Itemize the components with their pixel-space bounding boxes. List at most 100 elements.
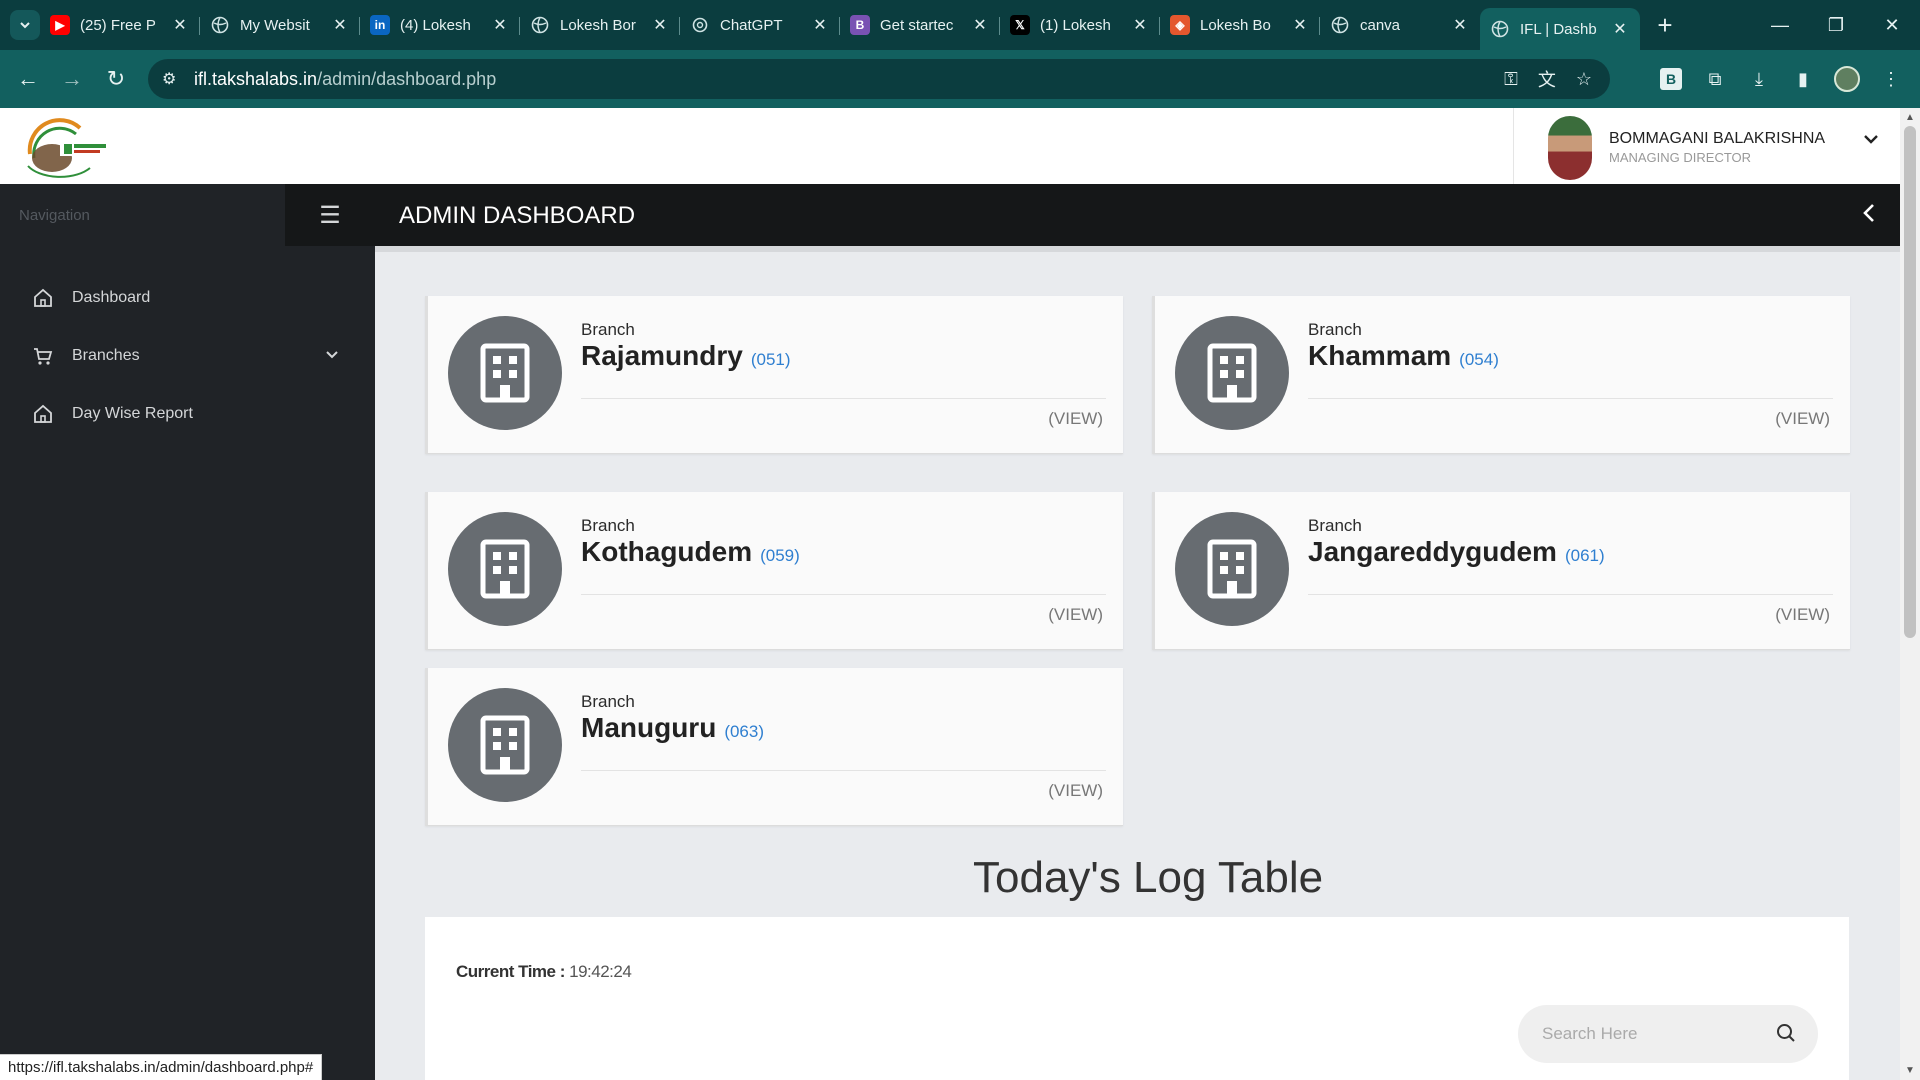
chevron-down-icon: [20, 22, 30, 29]
branch-label: Branch: [581, 320, 635, 339]
profile-avatar[interactable]: [1832, 64, 1862, 94]
view-link[interactable]: (VIEW): [1048, 409, 1103, 429]
browser-tab[interactable]: in (4) Lokesh ✕: [360, 6, 520, 44]
browser-tab[interactable]: ChatGPT ✕: [680, 6, 840, 44]
tab-title: IFL | Dashb: [1520, 20, 1597, 38]
tab-title: (25) Free P: [80, 16, 156, 34]
back-arrow-icon[interactable]: ←: [6, 57, 50, 101]
key-icon[interactable]: ⚿: [1504, 69, 1518, 90]
sidebar-heading: Navigation: [19, 207, 90, 224]
tab-search-button[interactable]: [10, 10, 40, 40]
branch-card[interactable]: Branch Khammam (054) (VIEW): [1152, 296, 1850, 454]
tab-title: Get startec: [880, 16, 954, 34]
close-icon[interactable]: ✕: [330, 15, 350, 35]
globe-icon: [1330, 15, 1350, 35]
menu-toggle-icon[interactable]: ☰: [285, 184, 375, 246]
chevron-down-icon: [325, 347, 339, 365]
extension-b-icon[interactable]: B: [1656, 64, 1686, 94]
scrollbar[interactable]: ▲ ▼: [1900, 108, 1920, 1080]
forward-arrow-icon[interactable]: →: [50, 57, 94, 101]
browser-tab[interactable]: B Get startec ✕: [840, 6, 1000, 44]
view-link[interactable]: (VIEW): [1775, 605, 1830, 625]
address-bar[interactable]: ⚙ ifl.takshalabs.in/admin/dashboard.php …: [148, 59, 1610, 99]
building-icon: [448, 512, 562, 626]
branch-name: Rajamundry (051): [581, 340, 791, 371]
scroll-up-icon[interactable]: ▲: [1905, 112, 1915, 123]
home-icon: [32, 403, 62, 425]
chevron-left-icon[interactable]: [1862, 200, 1876, 231]
scroll-down-icon[interactable]: ▼: [1905, 1065, 1915, 1076]
user-menu[interactable]: BOMMAGANI BALAKRISHNA MANAGING DIRECTOR: [1513, 108, 1900, 184]
close-icon[interactable]: ✕: [490, 15, 510, 35]
url-text[interactable]: ifl.takshalabs.in/admin/dashboard.php: [194, 69, 496, 90]
close-window-icon[interactable]: ✕: [1864, 0, 1920, 50]
sidebar-item-dashboard[interactable]: Dashboard: [0, 274, 375, 322]
branch-code[interactable]: (063): [724, 722, 764, 741]
new-tab-button[interactable]: +: [1650, 10, 1680, 41]
download-icon[interactable]: ⤓: [1744, 64, 1774, 94]
browser-tab[interactable]: ▶ (25) Free P ✕: [40, 6, 200, 44]
building-icon: [1175, 512, 1289, 626]
browser-tab[interactable]: 𝕏 (1) Lokesh ✕: [1000, 6, 1160, 44]
browser-tab[interactable]: Lokesh Bor ✕: [520, 6, 680, 44]
browser-tab-strip: ▶ (25) Free P ✕ My Websit ✕ in (4) Lokes…: [0, 0, 1920, 50]
branch-code[interactable]: (054): [1459, 350, 1499, 369]
home-icon: [32, 287, 62, 309]
branch-name: Jangareddygudem (061): [1308, 536, 1605, 567]
close-icon[interactable]: ✕: [650, 15, 670, 35]
search-icon[interactable]: [1776, 1023, 1796, 1048]
company-logo[interactable]: [20, 114, 112, 178]
reload-icon[interactable]: ↻: [94, 57, 138, 101]
branch-code[interactable]: (061): [1565, 546, 1605, 565]
branch-card[interactable]: Branch Jangareddygudem (061) (VIEW): [1152, 492, 1850, 650]
browser-tab-active[interactable]: IFL | Dashb ✕: [1480, 8, 1640, 50]
divider: [581, 770, 1106, 771]
restore-icon[interactable]: ❐: [1808, 0, 1864, 50]
more-menu-icon[interactable]: ⋮: [1876, 64, 1906, 94]
browser-tab[interactable]: My Websit ✕: [200, 6, 360, 44]
sidebar-item-day-wise-report[interactable]: Day Wise Report: [0, 390, 375, 438]
status-url: https://ifl.takshalabs.in/admin/dashboar…: [0, 1054, 323, 1080]
divider: [581, 594, 1106, 595]
globe-icon: [530, 15, 550, 35]
divider: [1308, 398, 1833, 399]
branch-code[interactable]: (051): [751, 350, 791, 369]
branch-card[interactable]: Branch Rajamundry (051) (VIEW): [425, 296, 1123, 454]
close-icon[interactable]: ✕: [1610, 19, 1630, 39]
tab-title: Lokesh Bo: [1200, 16, 1271, 34]
current-time: Current Time : 19:42:24: [456, 962, 632, 982]
close-icon[interactable]: ✕: [1130, 15, 1150, 35]
browser-tab[interactable]: ◈ Lokesh Bo ✕: [1160, 6, 1320, 44]
user-name: BOMMAGANI BALAKRISHNA: [1609, 130, 1826, 147]
side-panel-icon[interactable]: ▮: [1788, 64, 1818, 94]
tab-title: Lokesh Bor: [560, 16, 636, 34]
log-table-panel: Current Time : 19:42:24: [425, 917, 1849, 1080]
star-icon[interactable]: ☆: [1576, 69, 1592, 90]
chevron-down-icon[interactable]: [1863, 132, 1879, 150]
user-role: MANAGING DIRECTOR: [1609, 150, 1752, 165]
scrollbar-thumb[interactable]: [1904, 126, 1916, 638]
browser-tab[interactable]: canva ✕: [1320, 6, 1480, 44]
sidebar-item-branches[interactable]: Branches: [0, 332, 375, 380]
page-header: ADMIN DASHBOARD: [375, 184, 1900, 246]
page: BOMMAGANI BALAKRISHNA MANAGING DIRECTOR …: [0, 108, 1900, 1080]
close-icon[interactable]: ✕: [1450, 15, 1470, 35]
view-link[interactable]: (VIEW): [1048, 781, 1103, 801]
branch-code[interactable]: (059): [760, 546, 800, 565]
close-icon[interactable]: ✕: [1290, 15, 1310, 35]
puzzle-icon[interactable]: ⧉: [1700, 64, 1730, 94]
building-icon: [1175, 316, 1289, 430]
view-link[interactable]: (VIEW): [1048, 605, 1103, 625]
site-settings-icon[interactable]: ⚙: [162, 69, 190, 89]
search-input[interactable]: [1542, 1021, 1762, 1047]
tab-title: canva: [1360, 16, 1401, 34]
close-icon[interactable]: ✕: [970, 15, 990, 35]
branch-card[interactable]: Branch Kothagudem (059) (VIEW): [425, 492, 1123, 650]
view-link[interactable]: (VIEW): [1775, 409, 1830, 429]
minimize-icon[interactable]: —: [1752, 0, 1808, 50]
close-icon[interactable]: ✕: [810, 15, 830, 35]
close-icon[interactable]: ✕: [170, 15, 190, 35]
translate-icon[interactable]: 文: [1538, 66, 1556, 92]
branch-card[interactable]: Branch Manuguru (063) (VIEW): [425, 668, 1123, 826]
tab-title: ChatGPT: [720, 16, 783, 34]
